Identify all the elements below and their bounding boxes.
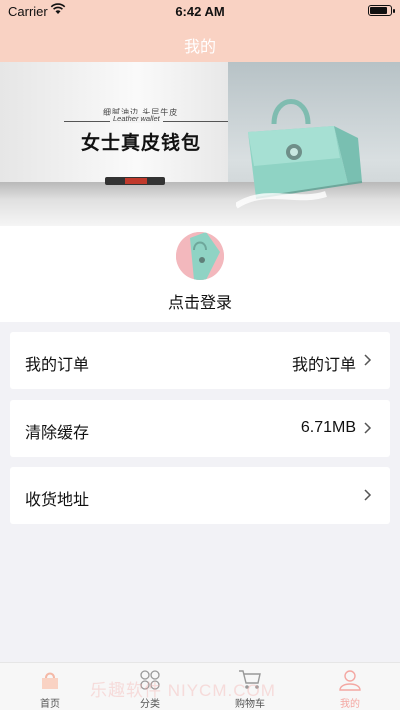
handbag-image — [236, 99, 363, 209]
promo-banner[interactable]: 细腻油边 头层牛皮 Leather wallet 女士真皮钱包 — [0, 62, 400, 226]
shipping-address-label: 收货地址 — [25, 492, 90, 509]
chevron-right-icon — [364, 354, 372, 366]
shipping-address-row[interactable]: 收货地址 — [10, 467, 390, 524]
my-orders-value: 我的订单 — [291, 357, 356, 374]
status-bar: Carrier 6:42 AM — [0, 0, 400, 22]
chevron-right-icon — [364, 422, 372, 434]
tab-category[interactable]: 分类 — [100, 663, 200, 710]
page-title: 我的 — [183, 39, 216, 56]
clear-cache-label: 清除缓存 — [25, 425, 90, 442]
tab-mine-label: 我的 — [340, 699, 360, 710]
cart-icon — [239, 670, 261, 689]
my-orders-label: 我的订单 — [25, 357, 90, 374]
navigation-bar: Carrier 6:42 AM 我的 — [0, 0, 400, 62]
tab-home[interactable]: 首页 — [0, 663, 100, 710]
tab-cart[interactable]: 购物车 — [200, 663, 300, 710]
profile-section: 点击登录 — [0, 226, 400, 322]
tab-category-label: 分类 — [140, 699, 160, 710]
tab-bar: 首页 分类 购物车 我的 — [0, 662, 400, 710]
battery-icon — [368, 5, 395, 16]
banner-button — [105, 177, 165, 185]
login-link[interactable]: 点击登录 — [0, 289, 400, 313]
avatar-bag-icon — [176, 232, 224, 280]
banner-title: 女士真皮钱包 — [81, 133, 202, 154]
tab-cart-label: 购物车 — [235, 699, 265, 710]
home-icon — [42, 672, 58, 689]
tab-home-label: 首页 — [40, 699, 60, 710]
person-icon — [339, 670, 361, 691]
banner-english-text: Leather wallet — [110, 114, 163, 123]
cache-size-value: 6.71MB — [300, 419, 356, 436]
avatar[interactable] — [176, 232, 224, 280]
tab-mine[interactable]: 我的 — [300, 663, 400, 710]
my-orders-row[interactable]: 我的订单 我的订单 — [10, 332, 390, 389]
category-icon — [140, 670, 160, 690]
clear-cache-row[interactable]: 清除缓存 6.71MB — [10, 400, 390, 457]
chevron-right-icon — [364, 489, 372, 501]
clock: 6:42 AM — [175, 4, 225, 19]
